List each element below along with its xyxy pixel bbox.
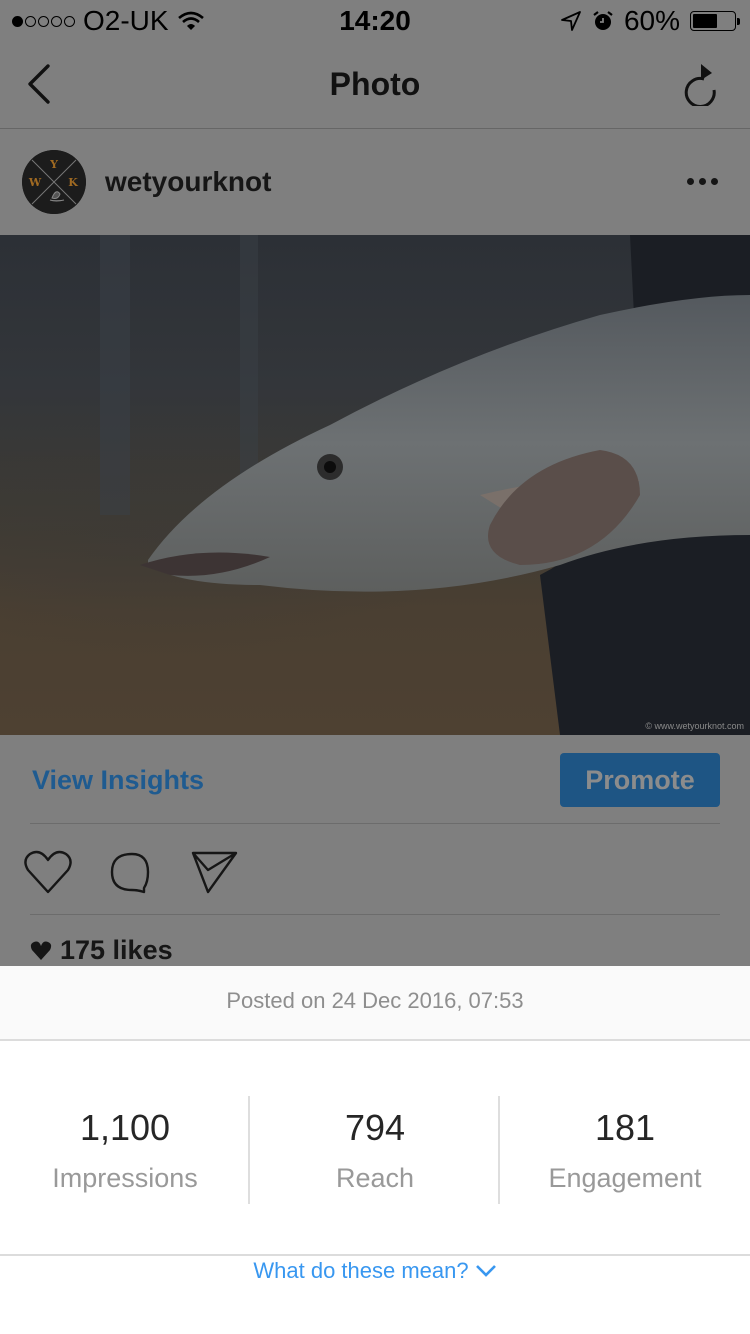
location-arrow-icon: [561, 11, 581, 31]
comment-icon: [110, 852, 150, 894]
stat-value: 1,100: [79, 1107, 171, 1148]
heart-icon: [24, 850, 72, 894]
username[interactable]: wetyourknot: [105, 166, 271, 198]
avatar[interactable]: Y W K: [22, 150, 86, 214]
page-title: Photo: [329, 66, 421, 102]
stat-label: Impressions: [52, 1163, 198, 1193]
refresh-button[interactable]: [682, 60, 722, 108]
posted-date: Posted on 24 Dec 2016, 07:53: [0, 966, 750, 1041]
insights-row: View Insights Promote: [0, 735, 750, 823]
like-button[interactable]: [22, 848, 74, 896]
send-icon: [191, 851, 238, 894]
promote-button[interactable]: Promote: [560, 753, 720, 807]
stat-engagement: 181 Engagement: [500, 1041, 750, 1254]
stat-label: Reach: [335, 1163, 415, 1193]
divider: [30, 914, 720, 915]
insights-sheet: Posted on 24 Dec 2016, 07:53 1,100 Impre…: [0, 966, 750, 1334]
avatar-letter-top: Y: [49, 158, 58, 171]
battery-icon: [690, 11, 740, 31]
avatar-letter-left: W: [28, 176, 42, 189]
avatar-letter-right: K: [68, 176, 78, 189]
chevron-left-icon: [28, 64, 50, 104]
navigation-bar: Photo: [0, 40, 750, 129]
stat-impressions: 1,100 Impressions: [0, 1041, 250, 1254]
alarm-icon: [593, 11, 613, 30]
stat-label: Engagement: [548, 1163, 702, 1193]
likes-label: 175 likes: [60, 935, 173, 965]
chevron-down-icon: [475, 1265, 496, 1277]
battery-percent: 60%: [623, 5, 680, 36]
stat-value: 181: [594, 1107, 656, 1148]
view-insights-link[interactable]: View Insights: [32, 765, 204, 796]
ellipsis-icon: [686, 177, 694, 185]
what-do-these-mean-link[interactable]: What do these mean?: [0, 1258, 750, 1284]
photo-watermark: © www.wetyourknot.com: [645, 721, 744, 731]
back-button[interactable]: [22, 62, 62, 106]
stat-divider: [498, 1096, 500, 1204]
help-link-label: What do these mean?: [253, 1258, 469, 1283]
stat-reach: 794 Reach: [250, 1041, 500, 1254]
status-bar: O2-UK 14:20 60%: [0, 0, 750, 40]
likes-count[interactable]: 175 likes: [30, 935, 173, 966]
more-options-button[interactable]: [682, 170, 722, 192]
post-photo[interactable]: © www.wetyourknot.com: [0, 235, 750, 735]
stat-divider: [248, 1096, 250, 1204]
share-button[interactable]: [188, 848, 240, 896]
comment-button[interactable]: [104, 848, 156, 896]
stat-value: 794: [344, 1107, 406, 1148]
heart-filled-icon: [30, 941, 52, 960]
post-header: Y W K wetyourknot: [0, 130, 750, 235]
insights-stats: 1,100 Impressions 794 Reach 181 Engageme…: [0, 1041, 750, 1256]
refresh-icon: [684, 64, 716, 108]
pike-fish-image: [100, 235, 750, 735]
wyk-logo-icon: Y W K: [22, 150, 86, 214]
post-actions: [0, 824, 750, 914]
